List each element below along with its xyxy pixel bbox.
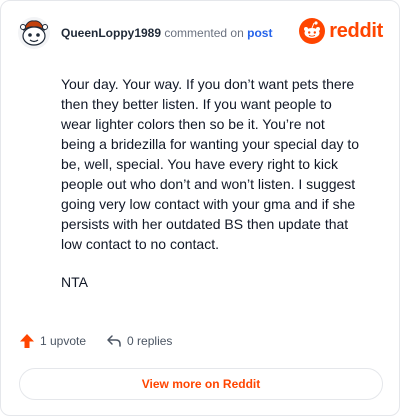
replies-count: 0 replies (127, 334, 173, 348)
reddit-wordmark: reddit (329, 19, 383, 42)
comment-paragraph: NTA (61, 274, 88, 290)
upvote-arrow-icon (20, 334, 34, 348)
comment-meta: QueenLoppy1989 commented on post (61, 26, 272, 40)
upvote-count: 1 upvote (40, 334, 87, 348)
user-avatar[interactable] (17, 16, 51, 50)
reddit-logo-icon (299, 18, 326, 44)
username-link[interactable]: QueenLoppy1989 (61, 26, 161, 40)
comment-body: Your day. Your way. If you don’t want pe… (61, 74, 361, 310)
reddit-brand[interactable]: reddit (299, 18, 383, 44)
post-link[interactable]: post (247, 26, 272, 40)
snoo-avatar-icon (18, 17, 50, 49)
replies-button[interactable]: 0 replies (106, 333, 172, 349)
action-text: commented on (164, 26, 244, 40)
comment-header: QueenLoppy1989 commented on post reddit (17, 15, 383, 51)
comment-embed-card: QueenLoppy1989 commented on post reddit … (0, 0, 400, 416)
comment-actions: 1 upvote 0 replies (19, 333, 192, 349)
reply-arrow-icon (107, 335, 121, 347)
comment-paragraph: Your day. Your way. If you don’t want pe… (61, 76, 360, 252)
view-more-button[interactable]: View more on Reddit (19, 368, 383, 400)
upvote-button[interactable]: 1 upvote (19, 333, 86, 349)
